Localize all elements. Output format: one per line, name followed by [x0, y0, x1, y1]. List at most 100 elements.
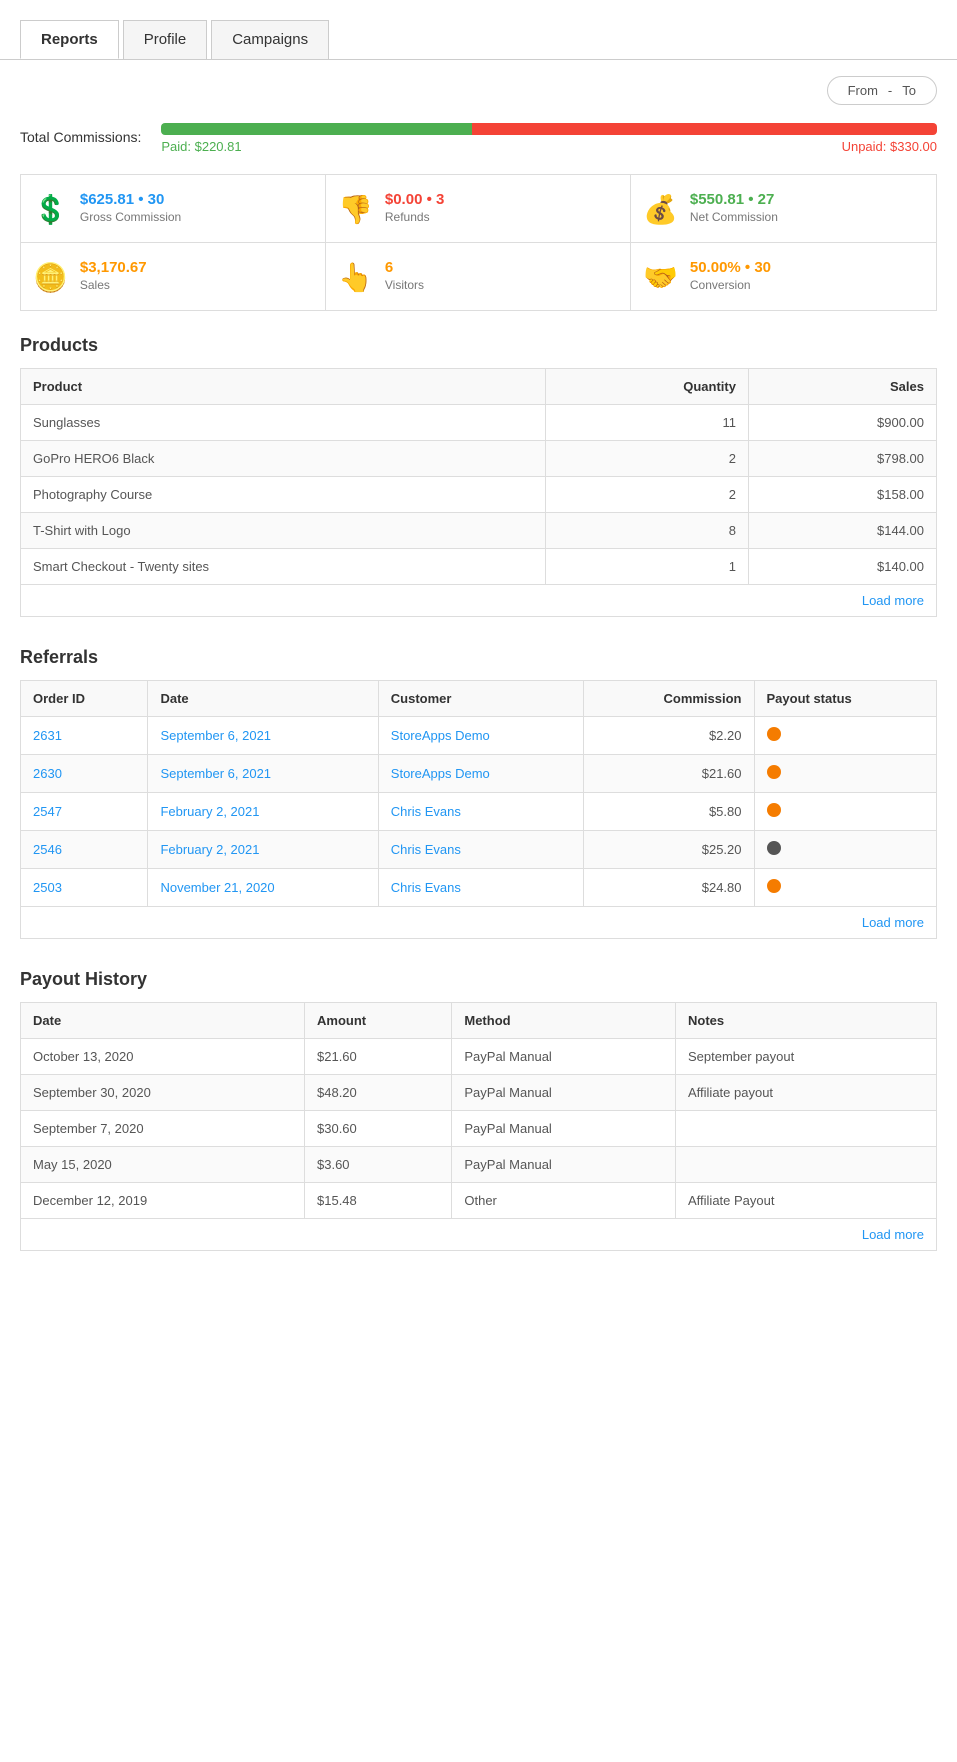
status-dot [767, 841, 781, 855]
pay-method: PayPal Manual [452, 1111, 676, 1147]
product-name: GoPro HERO6 Black [21, 441, 546, 477]
referral-row: 2546 February 2, 2021 Chris Evans $25.20 [21, 831, 937, 869]
payout-load-more[interactable]: Load more [862, 1227, 924, 1242]
ref-date: November 21, 2020 [148, 869, 378, 907]
product-qty: 2 [545, 441, 748, 477]
stat-icon-4: 👆 [338, 261, 373, 294]
ref-col-orderid: Order ID [21, 681, 148, 717]
product-row: T-Shirt with Logo 8 $144.00 [21, 513, 937, 549]
product-qty: 8 [545, 513, 748, 549]
pay-date: September 30, 2020 [21, 1075, 305, 1111]
stat-info-1: $0.00 • 3 Refunds [385, 191, 444, 224]
products-load-more[interactable]: Load more [862, 593, 924, 608]
product-name: Photography Course [21, 477, 546, 513]
ref-date: September 6, 2021 [148, 755, 378, 793]
tabs-bar: Reports Profile Campaigns [0, 0, 957, 60]
stat-label-0: Gross Commission [80, 210, 181, 224]
stat-icon-3: 🪙 [33, 261, 68, 294]
progress-bar [161, 123, 937, 135]
product-qty: 2 [545, 477, 748, 513]
payout-table: Date Amount Method Notes October 13, 202… [20, 1002, 937, 1251]
ref-status [754, 717, 937, 755]
tab-profile[interactable]: Profile [123, 20, 208, 59]
date-filter: From - To [0, 60, 957, 113]
tc-bar-wrap: Paid: $220.81 Unpaid: $330.00 [161, 123, 937, 154]
pay-date: May 15, 2020 [21, 1147, 305, 1183]
product-name: Smart Checkout - Twenty sites [21, 549, 546, 585]
stat-info-4: 6 Visitors [385, 259, 424, 292]
stat-value-1: $0.00 • 3 [385, 191, 444, 208]
payout-row: October 13, 2020 $21.60 PayPal Manual Se… [21, 1039, 937, 1075]
stats-grid: 💲 $625.81 • 30 Gross Commission 👎 $0.00 … [20, 174, 937, 311]
stat-label-1: Refunds [385, 210, 444, 224]
product-row: GoPro HERO6 Black 2 $798.00 [21, 441, 937, 477]
stat-label-4: Visitors [385, 278, 424, 292]
product-sales: $144.00 [748, 513, 936, 549]
ref-status [754, 869, 937, 907]
pay-amount: $48.20 [305, 1075, 452, 1111]
ref-customer[interactable]: StoreApps Demo [378, 755, 583, 793]
referrals-load-more-row: Load more [21, 907, 937, 939]
ref-customer[interactable]: Chris Evans [378, 869, 583, 907]
ref-col-customer: Customer [378, 681, 583, 717]
payout-row: September 7, 2020 $30.60 PayPal Manual [21, 1111, 937, 1147]
date-dash: - [888, 83, 892, 98]
pay-method: PayPal Manual [452, 1147, 676, 1183]
ref-date: September 6, 2021 [148, 717, 378, 755]
stat-icon-5: 🤝 [643, 261, 678, 294]
ref-order-id[interactable]: 2547 [21, 793, 148, 831]
stat-cell-3: 🪙 $3,170.67 Sales [21, 243, 326, 310]
product-row: Sunglasses 11 $900.00 [21, 405, 937, 441]
ref-customer[interactable]: Chris Evans [378, 831, 583, 869]
ref-customer[interactable]: Chris Evans [378, 793, 583, 831]
stat-value-5: 50.00% • 30 [690, 259, 771, 276]
referral-row: 2503 November 21, 2020 Chris Evans $24.8… [21, 869, 937, 907]
pay-method: PayPal Manual [452, 1039, 676, 1075]
payout-row: September 30, 2020 $48.20 PayPal Manual … [21, 1075, 937, 1111]
payout-row: May 15, 2020 $3.60 PayPal Manual [21, 1147, 937, 1183]
pay-amount: $30.60 [305, 1111, 452, 1147]
ref-commission: $25.20 [584, 831, 754, 869]
stat-icon-0: 💲 [33, 193, 68, 226]
products-section: Products Product Quantity Sales Sunglass… [0, 335, 957, 647]
referrals-load-more[interactable]: Load more [862, 915, 924, 930]
ref-date: February 2, 2021 [148, 793, 378, 831]
payout-history-section: Payout History Date Amount Method Notes … [0, 969, 957, 1281]
pay-date: December 12, 2019 [21, 1183, 305, 1219]
payout-load-more-row: Load more [21, 1219, 937, 1251]
payout-title: Payout History [20, 969, 937, 990]
product-name: Sunglasses [21, 405, 546, 441]
ref-status [754, 793, 937, 831]
product-sales: $900.00 [748, 405, 936, 441]
stat-info-2: $550.81 • 27 Net Commission [690, 191, 778, 224]
ref-col-commission: Commission [584, 681, 754, 717]
date-range-input[interactable]: From - To [827, 76, 937, 105]
product-qty: 11 [545, 405, 748, 441]
pay-method: PayPal Manual [452, 1075, 676, 1111]
pay-col-date: Date [21, 1003, 305, 1039]
ref-commission: $5.80 [584, 793, 754, 831]
ref-customer[interactable]: StoreApps Demo [378, 717, 583, 755]
status-dot [767, 765, 781, 779]
tab-reports[interactable]: Reports [20, 20, 119, 59]
total-commissions: Total Commissions: Paid: $220.81 Unpaid:… [0, 113, 957, 174]
pay-amount: $21.60 [305, 1039, 452, 1075]
status-dot [767, 879, 781, 893]
pay-notes [676, 1111, 937, 1147]
pay-amount: $3.60 [305, 1147, 452, 1183]
pay-notes [676, 1147, 937, 1183]
ref-date: February 2, 2021 [148, 831, 378, 869]
stat-icon-2: 💰 [643, 193, 678, 226]
stat-value-4: 6 [385, 259, 424, 276]
stat-cell-4: 👆 6 Visitors [326, 243, 631, 310]
pay-notes: Affiliate Payout [676, 1183, 937, 1219]
ref-order-id[interactable]: 2630 [21, 755, 148, 793]
ref-commission: $2.20 [584, 717, 754, 755]
product-sales: $140.00 [748, 549, 936, 585]
ref-order-id[interactable]: 2631 [21, 717, 148, 755]
tab-campaigns[interactable]: Campaigns [211, 20, 329, 59]
tc-paid-label: Paid: $220.81 [161, 139, 241, 154]
ref-order-id[interactable]: 2546 [21, 831, 148, 869]
ref-order-id[interactable]: 2503 [21, 869, 148, 907]
products-col-sales: Sales [748, 369, 936, 405]
